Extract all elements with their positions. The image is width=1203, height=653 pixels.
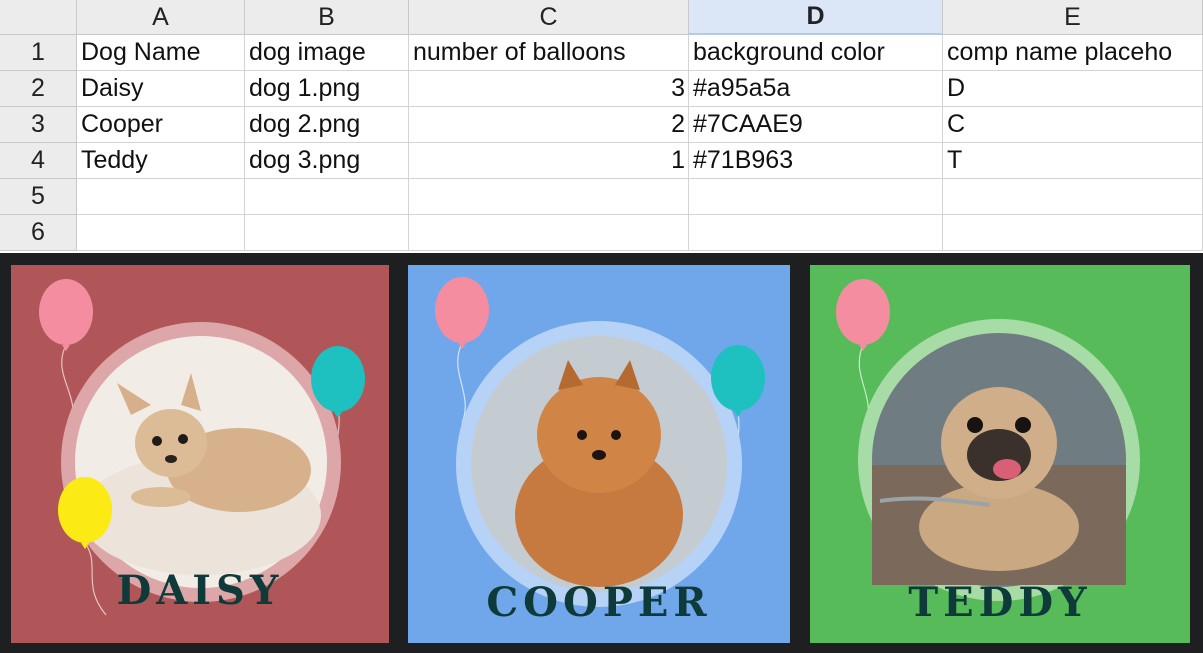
row-header-6[interactable]: 6 bbox=[0, 215, 77, 251]
pug-photo-icon bbox=[872, 333, 1126, 587]
column-header-a[interactable]: A bbox=[77, 0, 245, 35]
column-header-b[interactable]: B bbox=[245, 0, 409, 35]
row-header-1[interactable]: 1 bbox=[0, 35, 77, 71]
dog-name-label: TEDDY bbox=[908, 579, 1092, 626]
cell-d1[interactable]: background color bbox=[689, 35, 943, 71]
cell-c4[interactable]: 1 bbox=[409, 143, 689, 179]
cell-c5[interactable] bbox=[409, 179, 689, 215]
cell-b6[interactable] bbox=[245, 215, 409, 251]
cell-b4[interactable]: dog 3.png bbox=[245, 143, 409, 179]
cell-c2[interactable]: 3 bbox=[409, 71, 689, 107]
select-all-corner[interactable] bbox=[0, 0, 77, 35]
column-header-c[interactable]: C bbox=[409, 0, 689, 35]
cell-d3[interactable]: #7CAAE9 bbox=[689, 107, 943, 143]
dog-name-label: COOPER bbox=[486, 579, 712, 626]
cell-b5[interactable] bbox=[245, 179, 409, 215]
cell-b1[interactable]: dog image bbox=[245, 35, 409, 71]
cell-a5[interactable] bbox=[77, 179, 245, 215]
cell-e6[interactable] bbox=[943, 215, 1203, 251]
cell-e5[interactable] bbox=[943, 179, 1203, 215]
card-teddy[interactable]: TEDDY bbox=[810, 265, 1190, 643]
pomeranian-photo-icon bbox=[471, 336, 727, 592]
card-cooper[interactable]: COOPER bbox=[408, 265, 790, 643]
cell-a2[interactable]: Daisy bbox=[77, 71, 245, 107]
dog-name-label: DAISY bbox=[116, 567, 284, 614]
cell-d5[interactable] bbox=[689, 179, 943, 215]
spreadsheet-grid: A B C D E 1 Dog Name dog image number of… bbox=[0, 0, 1203, 251]
cell-a1[interactable]: Dog Name bbox=[77, 35, 245, 71]
card-daisy[interactable]: DAISY bbox=[11, 265, 389, 643]
cell-a6[interactable] bbox=[77, 215, 245, 251]
cell-d4[interactable]: #71B963 bbox=[689, 143, 943, 179]
spreadsheet: A B C D E 1 Dog Name dog image number of… bbox=[0, 0, 1203, 253]
cell-a3[interactable]: Cooper bbox=[77, 107, 245, 143]
cell-c6[interactable] bbox=[409, 215, 689, 251]
cell-c1[interactable]: number of balloons bbox=[409, 35, 689, 71]
chihuahua-photo-icon bbox=[75, 336, 327, 588]
cell-e2[interactable]: D bbox=[943, 71, 1203, 107]
row-header-2[interactable]: 2 bbox=[0, 71, 77, 107]
cell-e3[interactable]: C bbox=[943, 107, 1203, 143]
cell-d6[interactable] bbox=[689, 215, 943, 251]
cell-c3[interactable]: 2 bbox=[409, 107, 689, 143]
cell-e4[interactable]: T bbox=[943, 143, 1203, 179]
cell-d2[interactable]: #a95a5a bbox=[689, 71, 943, 107]
column-header-d[interactable]: D bbox=[689, 0, 943, 35]
row-header-4[interactable]: 4 bbox=[0, 143, 77, 179]
generated-cards-preview: DAISY COOPER TEDDY bbox=[0, 253, 1203, 653]
row-header-3[interactable]: 3 bbox=[0, 107, 77, 143]
cell-b3[interactable]: dog 2.png bbox=[245, 107, 409, 143]
cell-e1[interactable]: comp name placeho bbox=[943, 35, 1203, 71]
row-header-5[interactable]: 5 bbox=[0, 179, 77, 215]
cell-b2[interactable]: dog 1.png bbox=[245, 71, 409, 107]
cell-a4[interactable]: Teddy bbox=[77, 143, 245, 179]
column-header-e[interactable]: E bbox=[943, 0, 1203, 35]
